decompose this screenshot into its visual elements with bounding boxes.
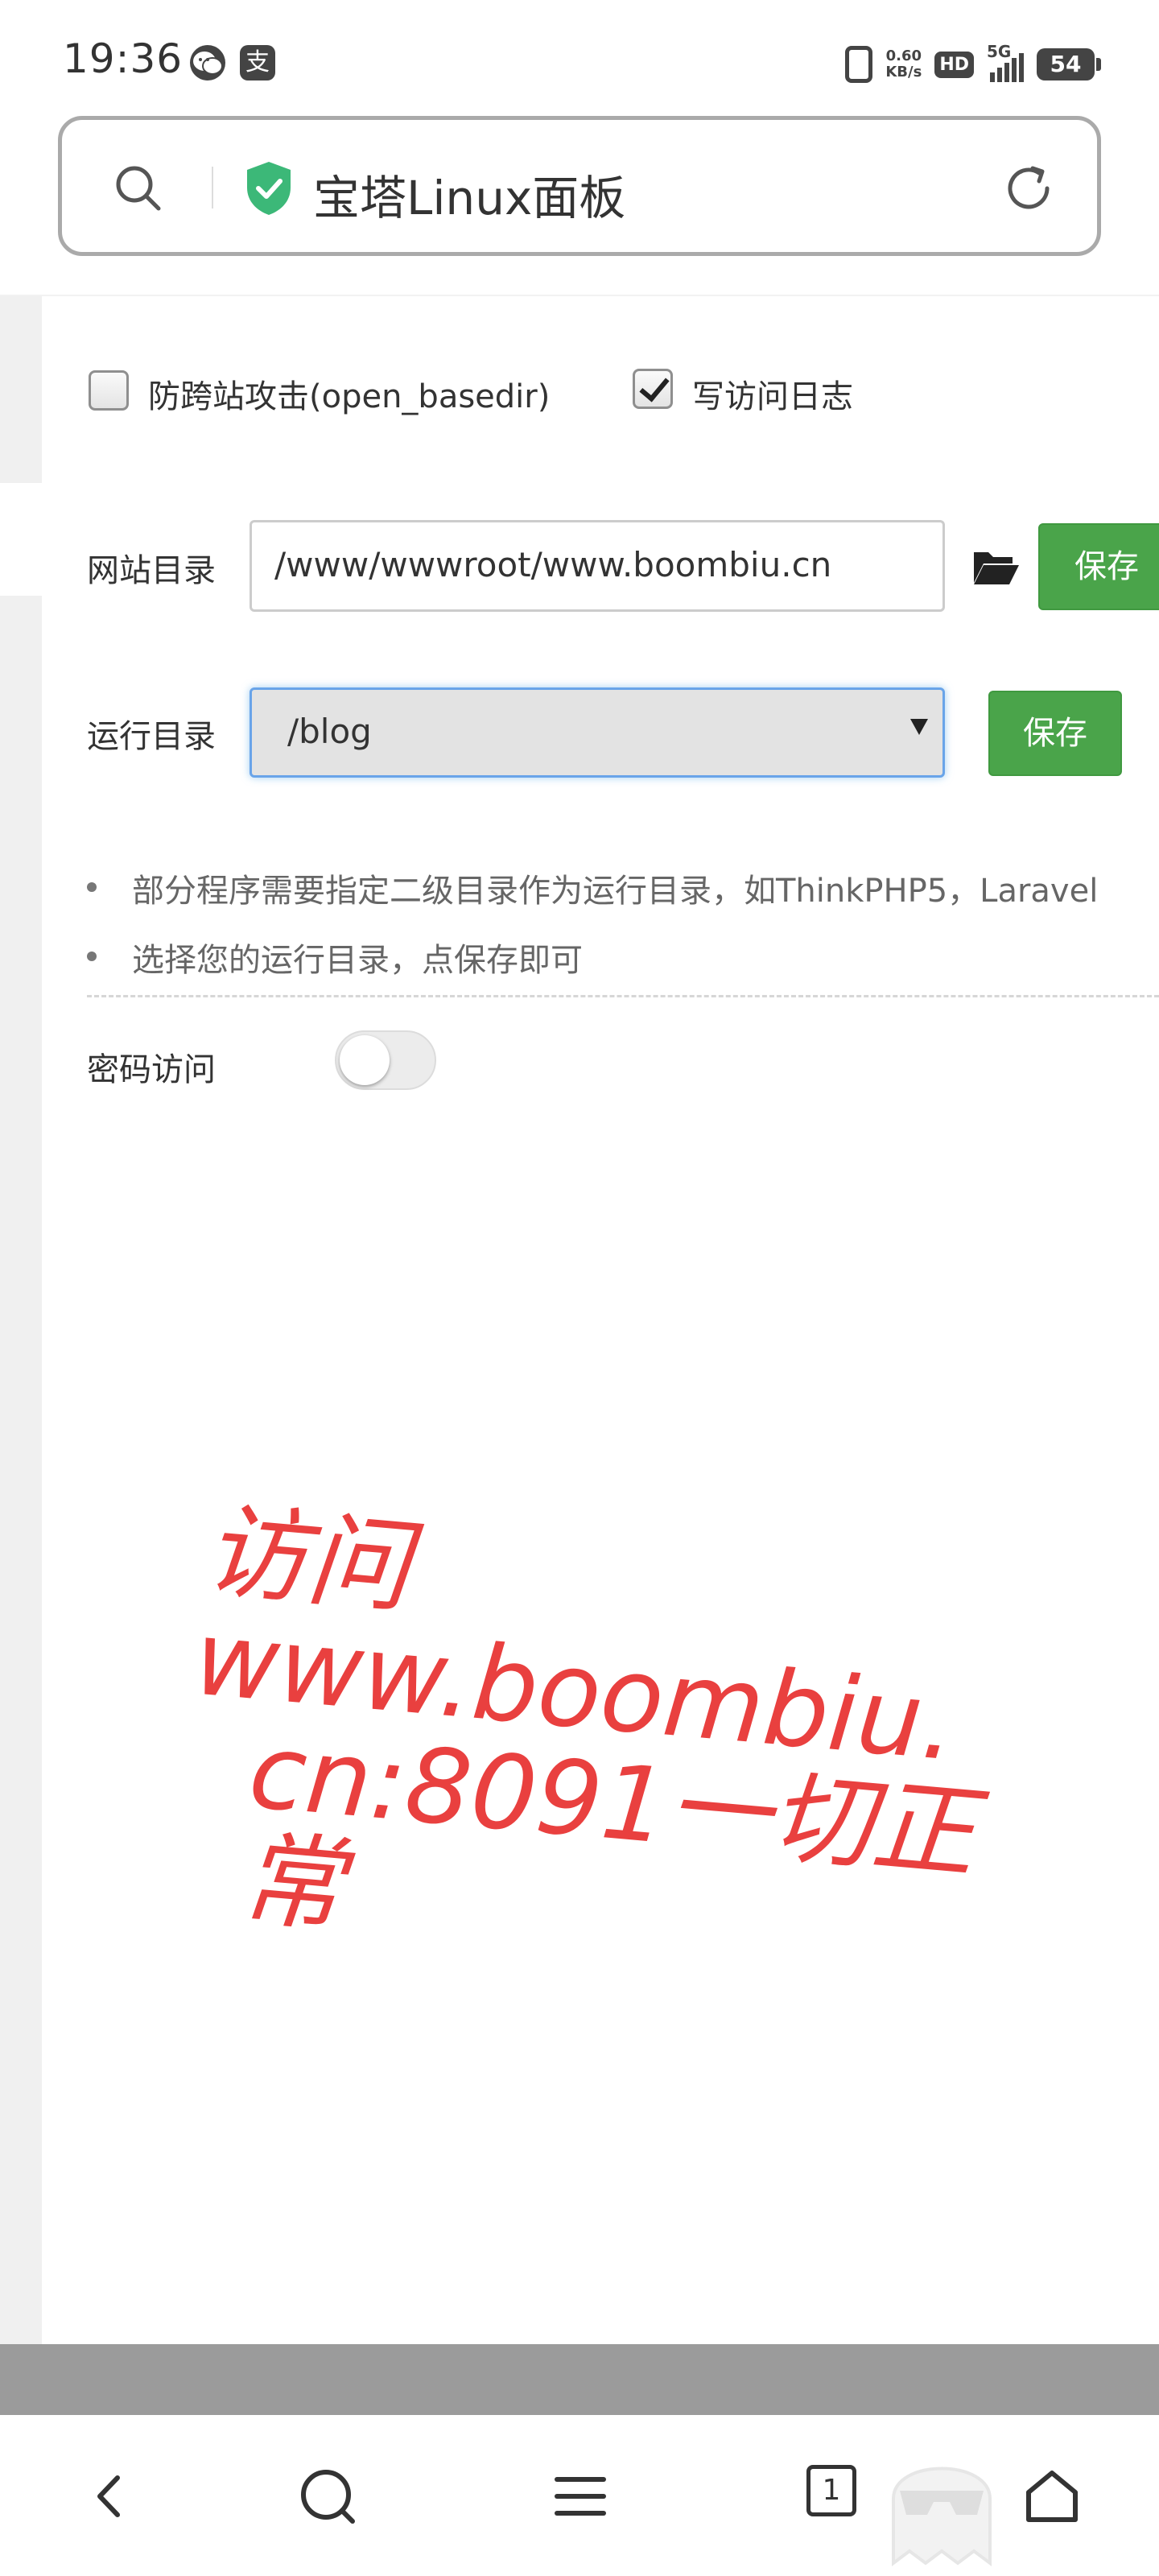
chevron-down-icon bbox=[910, 719, 928, 735]
toggle-knob[interactable] bbox=[340, 1035, 390, 1085]
access-log-label: 写访问日志 bbox=[692, 378, 853, 415]
status-indicators: 0.60 KB/s HD 5G 54 bbox=[845, 42, 1101, 87]
alipay-icon: 支 bbox=[240, 45, 275, 80]
back-icon[interactable] bbox=[74, 2460, 146, 2533]
search-icon[interactable] bbox=[112, 162, 163, 213]
tip-bullet bbox=[87, 882, 97, 892]
run-dir-selected-value: /blog bbox=[287, 712, 372, 751]
run-dir-label: 运行目录 bbox=[87, 718, 216, 755]
password-access-label: 密码访问 bbox=[87, 1051, 216, 1088]
page-bottom-band bbox=[0, 2344, 1159, 2415]
open-basedir-checkbox[interactable] bbox=[89, 370, 129, 411]
tip-text: 部分程序需要指定二级目录作为运行目录，如ThinkPHP5，Laravel bbox=[132, 873, 1099, 910]
site-dir-save-button[interactable]: 保存 bbox=[1038, 523, 1159, 610]
search-icon[interactable] bbox=[291, 2460, 364, 2533]
status-time: 19:36 bbox=[63, 35, 184, 82]
tip-bullet bbox=[87, 952, 97, 961]
sidebar-strip-gap bbox=[0, 483, 42, 596]
page-sidebar-strip bbox=[0, 296, 42, 2344]
network-speed: 0.60 KB/s bbox=[885, 47, 922, 80]
section-divider bbox=[87, 995, 1159, 997]
site-dir-input[interactable]: /www/wwwroot/www.boombiu.cn bbox=[250, 520, 945, 612]
address-bar[interactable]: 宝塔Linux面板 bbox=[58, 116, 1101, 256]
hd-icon: HD bbox=[934, 51, 974, 78]
home-icon[interactable] bbox=[1016, 2460, 1088, 2533]
secure-shield-icon bbox=[247, 162, 291, 215]
page-title[interactable]: 宝塔Linux面板 bbox=[313, 160, 625, 228]
site-dir-label: 网站目录 bbox=[87, 552, 216, 589]
folder-open-icon[interactable] bbox=[972, 547, 1021, 586]
password-access-toggle[interactable] bbox=[335, 1030, 436, 1090]
address-separator bbox=[212, 167, 213, 208]
browser-nav-bar: 1 bbox=[0, 2415, 1159, 2576]
annotation-text: 访问www.boombiu. cn:8091一切正常 bbox=[190, 1491, 980, 1948]
battery-icon: 54 bbox=[1037, 48, 1101, 80]
page-divider bbox=[0, 295, 1159, 296]
access-log-checkbox[interactable] bbox=[633, 369, 673, 409]
status-bar: 19:36 支 0.60 KB/s HD 5G 54 bbox=[0, 0, 1159, 113]
menu-icon[interactable] bbox=[544, 2460, 617, 2533]
refresh-icon[interactable] bbox=[1000, 160, 1057, 217]
tabs-button[interactable]: 1 bbox=[806, 2465, 856, 2516]
tip-text: 选择您的运行目录，点保存即可 bbox=[132, 942, 583, 979]
ghost-mascot-icon bbox=[892, 2467, 992, 2566]
wechat-icon bbox=[190, 45, 225, 80]
vibrate-icon bbox=[845, 46, 873, 83]
open-basedir-label: 防跨站攻击(open_basedir) bbox=[148, 378, 551, 415]
run-dir-select[interactable]: /blog bbox=[250, 687, 945, 778]
run-dir-save-button[interactable]: 保存 bbox=[988, 691, 1122, 776]
signal-5g-icon: 5G bbox=[987, 42, 1024, 82]
